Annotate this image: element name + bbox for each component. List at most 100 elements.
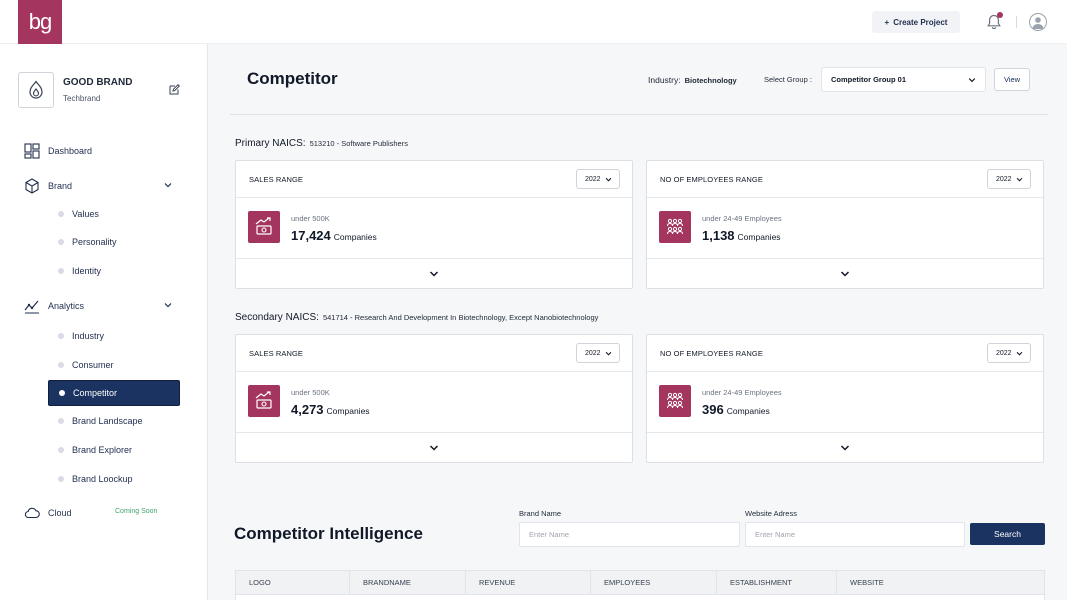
column-header-establishment[interactable]: ESTABLISHMENT xyxy=(730,578,792,587)
view-button[interactable]: View xyxy=(994,68,1030,91)
year-value: 2022 xyxy=(996,175,1012,183)
table-header: LOGO BRANDNAME REVENUE EMPLOYEES ESTABLI… xyxy=(235,570,1045,595)
sidebar-item-label: Consumer xyxy=(72,360,114,370)
bullet-icon xyxy=(58,239,64,245)
card-header: NO OF EMPLOYEES RANGE 2022 xyxy=(647,335,1043,372)
company-count-value: 17,424 xyxy=(291,228,331,243)
nav-analytics[interactable]: Analytics xyxy=(24,298,84,314)
user-icon xyxy=(1032,17,1044,29)
bullet-icon xyxy=(58,211,64,217)
chevron-down-icon xyxy=(605,177,612,182)
year-select[interactable]: 2022 xyxy=(576,169,620,189)
year-select[interactable]: 2022 xyxy=(987,169,1031,189)
sales-growth-icon xyxy=(248,385,280,417)
search-button[interactable]: Search xyxy=(970,523,1045,545)
website-input[interactable] xyxy=(745,522,965,547)
column-header-employees[interactable]: EMPLOYEES xyxy=(604,578,650,587)
chevron-down-icon[interactable] xyxy=(163,180,173,190)
flame-icon xyxy=(29,80,43,99)
company-count-value: 396 xyxy=(702,402,724,417)
bullet-icon xyxy=(58,476,64,482)
app-logo[interactable]: bg xyxy=(18,0,62,44)
sidebar-item-brand-landscape[interactable]: Brand Landscape xyxy=(48,409,180,433)
primary-naics-code: 513210 - Software Publishers xyxy=(309,139,408,148)
sidebar-item-values[interactable]: Values xyxy=(48,202,180,226)
sidebar-item-competitor[interactable]: Competitor xyxy=(48,380,180,406)
card-expand[interactable] xyxy=(647,258,1043,289)
range-label: under 500K xyxy=(291,214,330,223)
column-header-logo[interactable]: LOGO xyxy=(249,578,271,587)
header-divider xyxy=(230,114,1048,115)
secondary-employees-card: NO OF EMPLOYEES RANGE 2022 under 24-49 E… xyxy=(646,334,1044,463)
chevron-down-icon xyxy=(429,445,439,451)
company-count-unit: Companies xyxy=(726,406,770,416)
nav-cloud[interactable]: Cloud xyxy=(24,505,72,521)
company-count: 1,138 Companies xyxy=(702,228,781,243)
sidebar-item-consumer[interactable]: Consumer xyxy=(48,353,180,377)
chevron-down-icon[interactable] xyxy=(163,300,173,310)
cloud-icon xyxy=(24,505,40,521)
sidebar-item-label: Brand Explorer xyxy=(72,445,133,455)
card-expand[interactable] xyxy=(236,432,632,463)
edit-icon[interactable] xyxy=(169,84,180,95)
sidebar-item-label: Personality xyxy=(72,237,117,247)
card-header: SALES RANGE 2022 xyxy=(236,335,632,372)
card-expand[interactable] xyxy=(647,432,1043,463)
sidebar-item-industry[interactable]: Industry xyxy=(48,324,180,348)
year-value: 2022 xyxy=(996,349,1012,357)
year-value: 2022 xyxy=(585,349,601,357)
column-header-brandname[interactable]: BRANDNAME xyxy=(363,578,411,587)
card-header: SALES RANGE 2022 xyxy=(236,161,632,198)
competitor-group-value: Competitor Group 01 xyxy=(831,75,907,84)
card-title: SALES RANGE xyxy=(249,349,304,358)
dashboard-icon xyxy=(24,143,40,159)
card-expand[interactable] xyxy=(236,258,632,289)
primary-sales-card: SALES RANGE 2022 under 500K 17,424 Compan… xyxy=(235,160,633,289)
bullet-icon xyxy=(58,447,64,453)
column-header-revenue[interactable]: REVENUE xyxy=(479,578,515,587)
sidebar-item-brand-explorer[interactable]: Brand Explorer xyxy=(48,438,180,462)
bullet-icon xyxy=(58,362,64,368)
sidebar-item-label: Brand Landscape xyxy=(72,416,143,426)
sidebar-item-label: Competitor xyxy=(73,388,118,398)
company-count-value: 4,273 xyxy=(291,402,324,417)
bullet-icon xyxy=(58,418,64,424)
brand-subtitle: Techbrand xyxy=(63,94,101,103)
competitor-group-select[interactable]: Competitor Group 01 xyxy=(821,67,986,92)
sidebar: GOOD BRAND Techbrand Dashboard Brand Val… xyxy=(0,44,208,600)
brand-name-label: Brand Name xyxy=(519,509,562,518)
secondary-naics-label: Secondary NAICS: xyxy=(235,312,319,323)
section-title: Competitor Intelligence xyxy=(234,524,423,543)
sidebar-item-brand-lookup[interactable]: Brand Loockup xyxy=(48,467,180,491)
column-header-website[interactable]: WEBSITE xyxy=(850,578,884,587)
chevron-down-icon xyxy=(840,271,850,277)
people-group-icon xyxy=(659,211,691,243)
sidebar-item-personality[interactable]: Personality xyxy=(48,230,180,254)
nav-dashboard[interactable]: Dashboard xyxy=(24,143,92,159)
industry-label-text: Industry: xyxy=(648,75,681,85)
industry-value: Biotechnology xyxy=(684,76,737,85)
sidebar-item-label: Values xyxy=(72,209,99,219)
create-project-button[interactable]: + Create Project xyxy=(872,11,960,33)
nav-brand[interactable]: Brand xyxy=(24,178,72,194)
primary-naics-title: Primary NAICS: 513210 - Software Publishe… xyxy=(235,138,408,149)
sidebar-item-identity[interactable]: Identity xyxy=(48,259,180,283)
secondary-sales-card: SALES RANGE 2022 under 500K 4,273 Compani… xyxy=(235,334,633,463)
range-label: under 24-49 Employees xyxy=(702,214,782,223)
bullet-icon xyxy=(58,333,64,339)
brand-logo[interactable] xyxy=(18,72,54,108)
company-count-value: 1,138 xyxy=(702,228,735,243)
create-project-label: Create Project xyxy=(893,17,948,27)
column-divider xyxy=(465,571,466,595)
column-divider xyxy=(836,571,837,595)
user-avatar[interactable] xyxy=(1029,13,1047,31)
brand-name-input[interactable] xyxy=(519,522,740,547)
year-select[interactable]: 2022 xyxy=(987,343,1031,363)
chevron-down-icon xyxy=(840,445,850,451)
header-divider xyxy=(1016,16,1017,28)
chevron-down-icon xyxy=(605,351,612,356)
range-label: under 500K xyxy=(291,388,330,397)
chevron-down-icon xyxy=(968,78,976,83)
sidebar-item-label: Brand Loockup xyxy=(72,474,133,484)
year-select[interactable]: 2022 xyxy=(576,343,620,363)
